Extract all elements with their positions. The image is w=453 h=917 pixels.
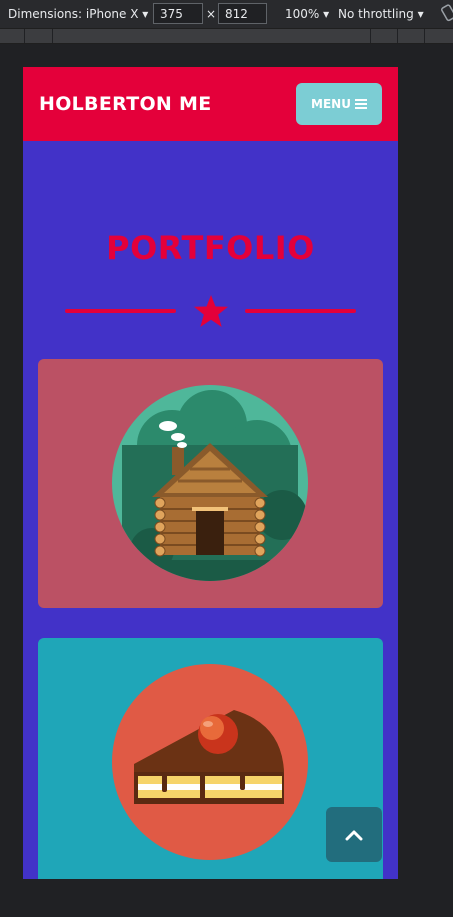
bars-icon xyxy=(354,99,367,109)
device-viewport: HOLBERTON ME MENU PORTFOLIO xyxy=(23,67,398,879)
back-to-top-button[interactable] xyxy=(326,807,382,862)
menu-label: MENU xyxy=(311,97,351,111)
width-input[interactable] xyxy=(153,3,203,24)
throttling-dropdown[interactable]: No throttling ▾ xyxy=(338,7,424,21)
divider-right xyxy=(245,309,356,313)
menu-button[interactable]: MENU xyxy=(296,83,382,125)
star-icon xyxy=(194,295,228,327)
cabin-image xyxy=(112,385,308,581)
devtools-toolbar: Dimensions: iPhone X ▾ × 100% ▾ No throt… xyxy=(0,0,453,28)
divider-left xyxy=(65,309,176,313)
height-input[interactable] xyxy=(218,3,267,24)
zoom-dropdown[interactable]: 100% ▾ xyxy=(285,7,329,21)
times-sign: × xyxy=(206,7,217,21)
chevron-up-icon xyxy=(345,830,363,840)
media-query-bar xyxy=(0,28,453,44)
rotate-icon[interactable] xyxy=(440,4,453,22)
device-dropdown[interactable]: Dimensions: iPhone X ▾ xyxy=(8,7,148,21)
cake-image xyxy=(112,664,308,860)
portfolio-card-cabin[interactable] xyxy=(38,359,383,608)
site-header: HOLBERTON ME MENU xyxy=(23,67,398,141)
section-title: PORTFOLIO xyxy=(106,229,315,267)
brand-logo[interactable]: HOLBERTON ME xyxy=(39,93,212,115)
